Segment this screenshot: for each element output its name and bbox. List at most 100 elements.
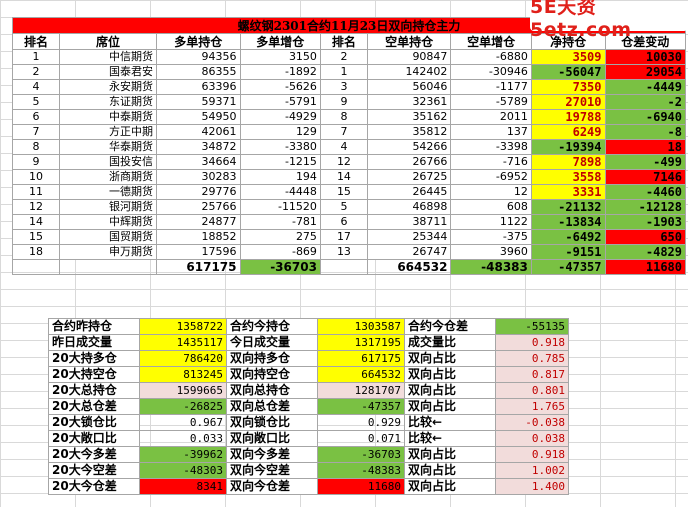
net-cell[interactable]: 3331 — [530, 184, 606, 200]
rank-cell[interactable]: 12 — [12, 199, 60, 215]
broker-cell[interactable]: 中信期货 — [59, 49, 157, 65]
rank-cell[interactable]: 5 — [12, 94, 60, 110]
header-cell[interactable]: 排名 — [12, 33, 60, 50]
net-cell[interactable]: 7350 — [530, 79, 606, 95]
short-rank-cell[interactable]: 2 — [319, 49, 368, 65]
short-cell[interactable]: 38711 — [366, 214, 452, 230]
rank-cell[interactable]: 8 — [12, 139, 60, 155]
broker-cell[interactable]: 国投安信 — [59, 154, 157, 170]
short-rank-cell[interactable]: 17 — [319, 229, 368, 245]
summary-label[interactable]: 20大持空仓 — [48, 366, 140, 383]
long-cell[interactable]: 34664 — [156, 154, 241, 170]
summary-label[interactable]: 20大今多差 — [48, 446, 140, 463]
diff-cell[interactable]: -499 — [604, 154, 686, 170]
long-change-cell[interactable]: -4929 — [239, 109, 321, 125]
net-cell[interactable]: 6249 — [530, 124, 606, 140]
short-change-cell[interactable]: 12 — [450, 184, 532, 200]
short-cell[interactable]: 56046 — [366, 79, 452, 95]
summary-value[interactable]: -26825 — [139, 398, 227, 415]
summary-value[interactable]: -39962 — [139, 446, 227, 463]
diff-cell[interactable]: -1903 — [604, 214, 686, 230]
long-cell[interactable]: 25766 — [156, 199, 241, 215]
long-change-cell[interactable]: -5791 — [239, 94, 321, 110]
long-cell[interactable]: 94356 — [156, 49, 241, 65]
summary-value[interactable]: -0.038 — [495, 414, 569, 431]
broker-cell[interactable]: 永安期货 — [59, 79, 157, 95]
broker-cell[interactable]: 银河期货 — [59, 199, 157, 215]
summary-label[interactable]: 双向占比 — [404, 446, 496, 463]
summary-label[interactable]: 今日成交量 — [226, 334, 318, 351]
net-cell[interactable]: -56047 — [530, 64, 606, 80]
diff-cell[interactable]: -4449 — [604, 79, 686, 95]
short-rank-cell[interactable]: 3 — [319, 79, 368, 95]
short-change-cell[interactable]: 137 — [450, 124, 532, 140]
long-cell[interactable]: 17596 — [156, 244, 241, 260]
short-cell[interactable]: 26725 — [366, 169, 452, 185]
net-cell[interactable]: 3509 — [530, 49, 606, 65]
short-change-cell[interactable]: -6952 — [450, 169, 532, 185]
long-cell[interactable]: 29776 — [156, 184, 241, 200]
summary-label[interactable]: 双向总持仓 — [226, 382, 318, 399]
net-cell[interactable]: 27010 — [530, 94, 606, 110]
long-change-cell[interactable]: 194 — [239, 169, 321, 185]
diff-cell[interactable]: -4460 — [604, 184, 686, 200]
long-change-cell[interactable]: -869 — [239, 244, 321, 260]
summary-value[interactable]: 786420 — [139, 350, 227, 367]
summary-label[interactable]: 双向持空仓 — [226, 366, 318, 383]
short-change-cell[interactable]: -716 — [450, 154, 532, 170]
short-change-cell[interactable]: -375 — [450, 229, 532, 245]
short-change-cell[interactable]: -3398 — [450, 139, 532, 155]
summary-label[interactable]: 双向今多差 — [226, 446, 318, 463]
broker-cell[interactable]: 中辉期货 — [59, 214, 157, 230]
summary-value[interactable]: 0.801 — [495, 382, 569, 399]
total-diff[interactable]: 11680 — [604, 259, 686, 275]
header-cell[interactable]: 多单增仓 — [239, 33, 321, 50]
net-cell[interactable]: -21132 — [530, 199, 606, 215]
long-change-cell[interactable]: -5626 — [239, 79, 321, 95]
rank-cell[interactable]: 15 — [12, 229, 60, 245]
long-cell[interactable]: 42061 — [156, 124, 241, 140]
summary-value[interactable]: 1.765 — [495, 398, 569, 415]
net-cell[interactable]: 3558 — [530, 169, 606, 185]
summary-value[interactable]: 813245 — [139, 366, 227, 383]
short-cell[interactable]: 26766 — [366, 154, 452, 170]
long-cell[interactable]: 34872 — [156, 139, 241, 155]
short-rank-cell[interactable]: 5 — [319, 199, 368, 215]
short-cell[interactable]: 26747 — [366, 244, 452, 260]
summary-value[interactable]: 8341 — [139, 478, 227, 495]
short-rank-cell[interactable]: 15 — [319, 184, 368, 200]
short-cell[interactable]: 35162 — [366, 109, 452, 125]
short-cell[interactable]: 54266 — [366, 139, 452, 155]
diff-cell[interactable]: 18 — [604, 139, 686, 155]
summary-value[interactable]: -55135 — [495, 318, 569, 335]
long-change-cell[interactable]: 3150 — [239, 49, 321, 65]
summary-value[interactable]: 1.002 — [495, 462, 569, 479]
summary-value[interactable]: 0.918 — [495, 446, 569, 463]
short-cell[interactable]: 26445 — [366, 184, 452, 200]
diff-cell[interactable]: -2 — [604, 94, 686, 110]
summary-value[interactable]: 1317195 — [317, 334, 405, 351]
diff-cell[interactable]: -12128 — [604, 199, 686, 215]
rank-cell[interactable]: 1 — [12, 49, 60, 65]
short-change-cell[interactable]: 1122 — [450, 214, 532, 230]
summary-label[interactable]: 双向占比 — [404, 478, 496, 495]
diff-cell[interactable]: 29054 — [604, 64, 686, 80]
diff-cell[interactable]: -4829 — [604, 244, 686, 260]
header-cell[interactable]: 席位 — [59, 33, 157, 50]
short-cell[interactable]: 46898 — [366, 199, 452, 215]
summary-value[interactable]: 664532 — [317, 366, 405, 383]
summary-label[interactable]: 20大敞口比 — [48, 430, 140, 447]
broker-cell[interactable]: 中泰期货 — [59, 109, 157, 125]
broker-cell[interactable]: 一德期货 — [59, 184, 157, 200]
summary-label[interactable]: 20大今仓差 — [48, 478, 140, 495]
summary-label[interactable]: 双向总仓差 — [226, 398, 318, 415]
summary-value[interactable]: 0.817 — [495, 366, 569, 383]
summary-label[interactable]: 双向占比 — [404, 366, 496, 383]
net-cell[interactable]: 7898 — [530, 154, 606, 170]
summary-label[interactable]: 双向敞口比 — [226, 430, 318, 447]
total-net[interactable]: -47357 — [530, 259, 606, 275]
short-rank-cell[interactable]: 12 — [319, 154, 368, 170]
summary-value[interactable]: 0.929 — [317, 414, 405, 431]
short-rank-cell[interactable]: 9 — [319, 94, 368, 110]
summary-label[interactable]: 20大锁仓比 — [48, 414, 140, 431]
